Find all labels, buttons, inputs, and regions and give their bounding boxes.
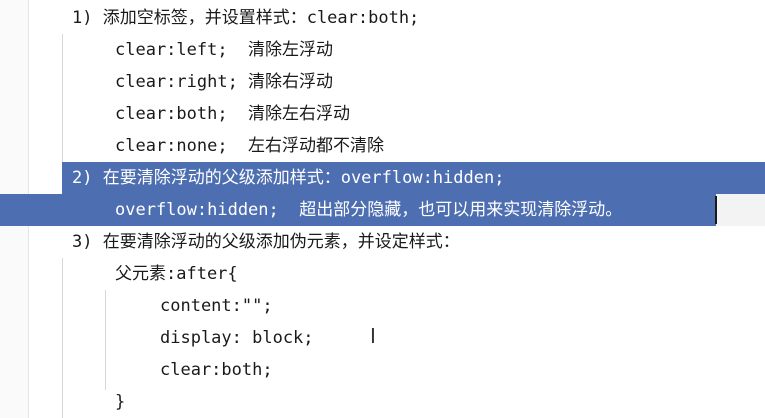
code-line-3[interactable]: clear:right; 清除右浮动 <box>115 66 333 98</box>
code-line-4[interactable]: clear:both; 清除左右浮动 <box>115 98 350 130</box>
text-ibeam-cursor-icon: I <box>370 324 376 348</box>
text-caret <box>715 196 717 224</box>
line-end-area <box>716 194 765 226</box>
code-line-10[interactable]: content:""; <box>160 290 273 322</box>
code-line-7-selected[interactable]: overflow:hidden; 超出部分隐藏，也可以用来实现清除浮动。 <box>115 194 622 226</box>
indent-guide <box>62 258 63 418</box>
code-line-11[interactable]: display: block; <box>160 322 314 354</box>
code-line-5[interactable]: clear:none; 左右浮动都不清除 <box>115 130 384 162</box>
code-line-2[interactable]: clear:left; 清除左浮动 <box>115 34 333 66</box>
code-line-12[interactable]: clear:both; <box>160 354 273 386</box>
code-line-1[interactable]: 1) 添加空标签，并设置样式：clear:both; <box>72 2 419 34</box>
code-line-9[interactable]: 父元素:after{ <box>115 258 238 290</box>
code-line-6-selected[interactable]: 2) 在要清除浮动的父级添加样式：overflow:hidden; <box>72 162 504 194</box>
indent-guide <box>62 34 63 162</box>
code-line-8[interactable]: 3) 在要清除浮动的父级添加伪元素，并设定样式： <box>72 226 460 258</box>
code-line-13[interactable]: } <box>115 386 125 418</box>
indent-guide <box>105 290 106 390</box>
